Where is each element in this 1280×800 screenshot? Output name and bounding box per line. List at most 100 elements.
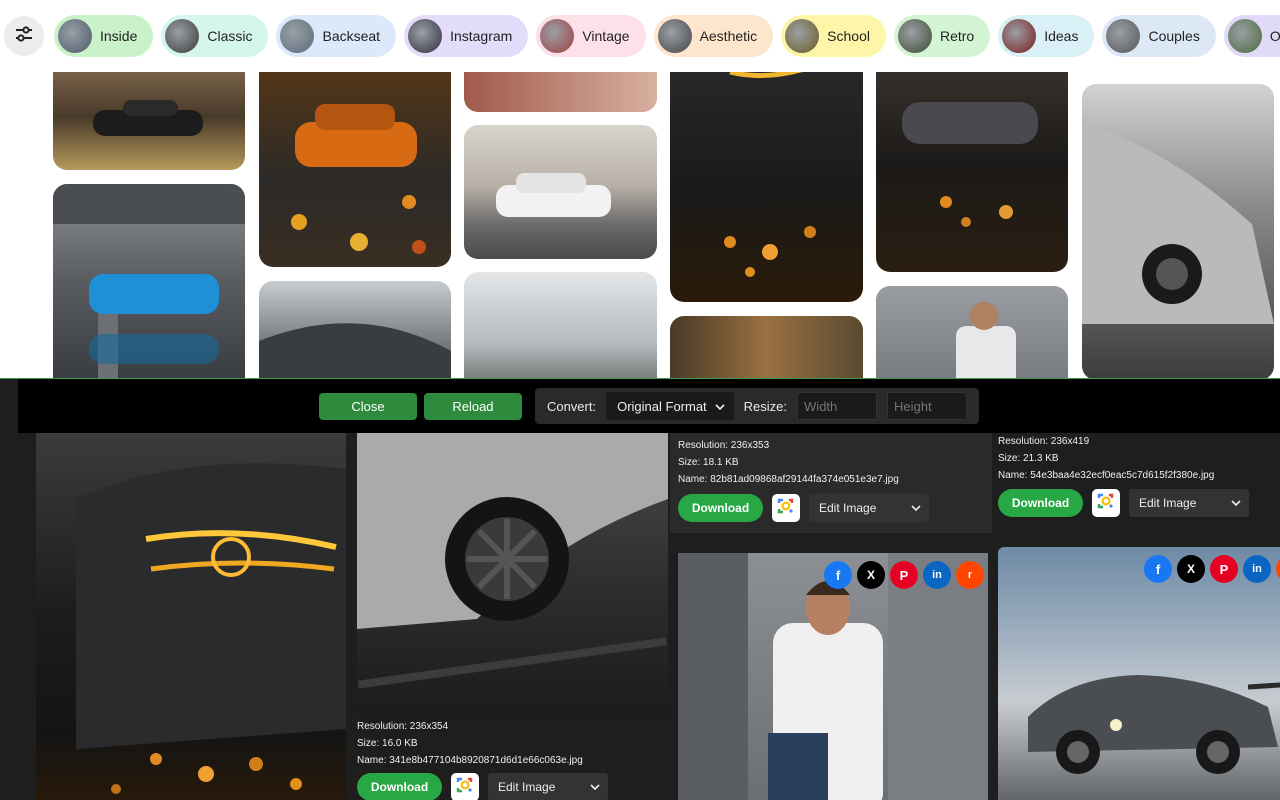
chip-label: Classic xyxy=(207,28,253,44)
category-chip[interactable]: Vintage xyxy=(536,15,646,57)
resolution-text: Resolution: 236x419 xyxy=(998,436,1090,447)
grid-image-autumn-road[interactable] xyxy=(670,316,863,378)
chip-label: Couples xyxy=(1148,28,1200,44)
chip-thumbnail xyxy=(408,19,443,53)
facebook-icon[interactable]: f xyxy=(1144,555,1172,583)
category-chip[interactable]: Ideas xyxy=(998,15,1095,57)
edit-image-label: Edit Image xyxy=(498,780,556,794)
linkedin-icon[interactable]: in xyxy=(1243,555,1271,583)
format-select[interactable]: Original Format xyxy=(606,392,734,420)
chip-label: Aesthetic xyxy=(699,28,758,44)
grid-image-orange-car[interactable] xyxy=(259,72,451,267)
image-actions-3: Download Edit Image xyxy=(998,489,1249,517)
x-icon[interactable]: X xyxy=(857,561,885,589)
sliders-icon xyxy=(15,25,33,47)
google-lens-icon xyxy=(776,496,796,521)
category-chip[interactable]: Classic xyxy=(161,15,269,57)
chip-label: Ideas xyxy=(1044,28,1079,44)
grid-image-headlight[interactable] xyxy=(670,72,863,302)
chip-label: Instagram xyxy=(450,28,513,44)
grid-image-foggy-trees[interactable] xyxy=(464,272,657,378)
edit-image-label: Edit Image xyxy=(1139,496,1197,510)
viewer-toolbar: Close Reload Convert: Original Format Re… xyxy=(18,379,1280,433)
grid-image-portrait[interactable] xyxy=(464,72,657,112)
chevron-down-icon xyxy=(590,780,600,794)
google-lens-icon xyxy=(455,775,475,800)
size-text: Size: 16.0 KB xyxy=(357,738,418,749)
grid-image-interior[interactable] xyxy=(259,281,451,378)
image-actions-1: Download Edit Image xyxy=(357,773,608,800)
filename-text: Name: 82b81ad09868af29144fa374e051e3e7.j… xyxy=(678,474,899,485)
chip-thumbnail xyxy=(1227,19,1262,53)
image-info-2: Resolution: 236x353 Size: 18.1 KB Name: … xyxy=(678,437,899,488)
google-lens-button[interactable] xyxy=(1092,489,1120,517)
chip-thumbnail xyxy=(785,19,820,53)
close-button[interactable]: Close xyxy=(318,392,417,420)
chip-label: Old xyxy=(1269,28,1280,44)
category-chip[interactable]: Inside xyxy=(54,15,154,57)
chip-thumbnail xyxy=(165,19,200,53)
size-text: Size: 21.3 KB xyxy=(998,453,1059,464)
preview-image-man-in-car[interactable] xyxy=(678,553,988,800)
image-card-2: Resolution: 236x353 Size: 18.1 KB Name: … xyxy=(670,433,992,533)
resolution-text: Resolution: 236x353 xyxy=(678,440,770,451)
reddit-icon[interactable]: r xyxy=(956,561,984,589)
category-chip[interactable]: Aesthetic xyxy=(653,15,774,57)
download-button[interactable]: Download xyxy=(998,489,1083,517)
share-buttons-2: f X P in r xyxy=(824,561,984,589)
width-input[interactable] xyxy=(797,392,878,420)
category-chip[interactable]: School xyxy=(781,15,886,57)
format-value: Original Format xyxy=(617,398,707,414)
category-chip[interactable]: Backseat xyxy=(276,15,397,57)
reddit-icon[interactable]: r xyxy=(1276,555,1280,583)
reload-button[interactable]: Reload xyxy=(423,392,522,420)
google-lens-button[interactable] xyxy=(451,773,479,800)
chevron-down-icon xyxy=(715,399,725,414)
image-grid xyxy=(0,72,1280,378)
filename-text: Name: 54e3baa4e32ecf0eac5c7d615f2f380e.j… xyxy=(998,470,1215,481)
image-info-1: Resolution: 236x354 Size: 16.0 KB Name: … xyxy=(357,718,583,769)
preview-image-headlight[interactable] xyxy=(36,429,346,800)
grid-image-blue-car[interactable] xyxy=(53,184,245,378)
grid-image-silver-mercedes[interactable] xyxy=(1082,84,1274,378)
download-button[interactable]: Download xyxy=(357,773,442,800)
edit-image-select[interactable]: Edit Image xyxy=(809,494,929,522)
size-text: Size: 18.1 KB xyxy=(678,457,739,468)
chevron-down-icon xyxy=(1231,496,1241,510)
category-chip[interactable]: Retro xyxy=(893,15,991,57)
edit-image-select[interactable]: Edit Image xyxy=(488,773,608,800)
height-input[interactable] xyxy=(887,392,968,420)
chip-list: Inside Classic Backseat Instagram Vintage Aes… xyxy=(54,15,1280,57)
grid-image-white-bmw[interactable] xyxy=(464,125,657,259)
preview-image-porsche[interactable] xyxy=(998,547,1280,800)
chip-label: Backseat xyxy=(322,28,381,44)
grid-image-man-car[interactable] xyxy=(876,286,1068,378)
category-chip-bar: Inside Classic Backseat Instagram Vintage Aes… xyxy=(0,0,1280,72)
google-lens-button[interactable] xyxy=(772,494,800,522)
edit-image-label: Edit Image xyxy=(819,501,877,515)
resolution-text: Resolution: 236x354 xyxy=(357,721,449,732)
chip-thumbnail xyxy=(1106,19,1141,53)
resize-label: Resize: xyxy=(743,398,788,414)
category-chip[interactable]: Old xyxy=(1223,15,1280,57)
filename-text: Name: 341e8b477104b8920871d6d1e66c063e.j… xyxy=(357,755,583,766)
image-actions-2: Download Edit Image xyxy=(678,494,929,522)
pinterest-icon[interactable]: P xyxy=(1210,555,1238,583)
x-icon[interactable]: X xyxy=(1177,555,1205,583)
share-buttons-3: f X P in r xyxy=(1144,555,1280,583)
edit-image-select[interactable]: Edit Image xyxy=(1129,489,1249,517)
filter-button[interactable] xyxy=(4,16,44,56)
facebook-icon[interactable]: f xyxy=(824,561,852,589)
category-chip[interactable]: Couples xyxy=(1102,15,1216,57)
grid-image-drift-car[interactable] xyxy=(53,72,245,170)
category-chip[interactable]: Instagram xyxy=(404,15,529,57)
linkedin-icon[interactable]: in xyxy=(923,561,951,589)
chip-thumbnail xyxy=(540,19,575,53)
chip-thumbnail xyxy=(58,19,92,53)
chip-thumbnail xyxy=(280,19,315,53)
download-button[interactable]: Download xyxy=(678,494,763,522)
convert-controls: Convert: Original Format Resize: xyxy=(534,388,980,424)
grid-image-porsche-rain[interactable] xyxy=(876,72,1068,272)
pinterest-icon[interactable]: P xyxy=(890,561,918,589)
preview-image-wheel[interactable] xyxy=(357,419,668,719)
